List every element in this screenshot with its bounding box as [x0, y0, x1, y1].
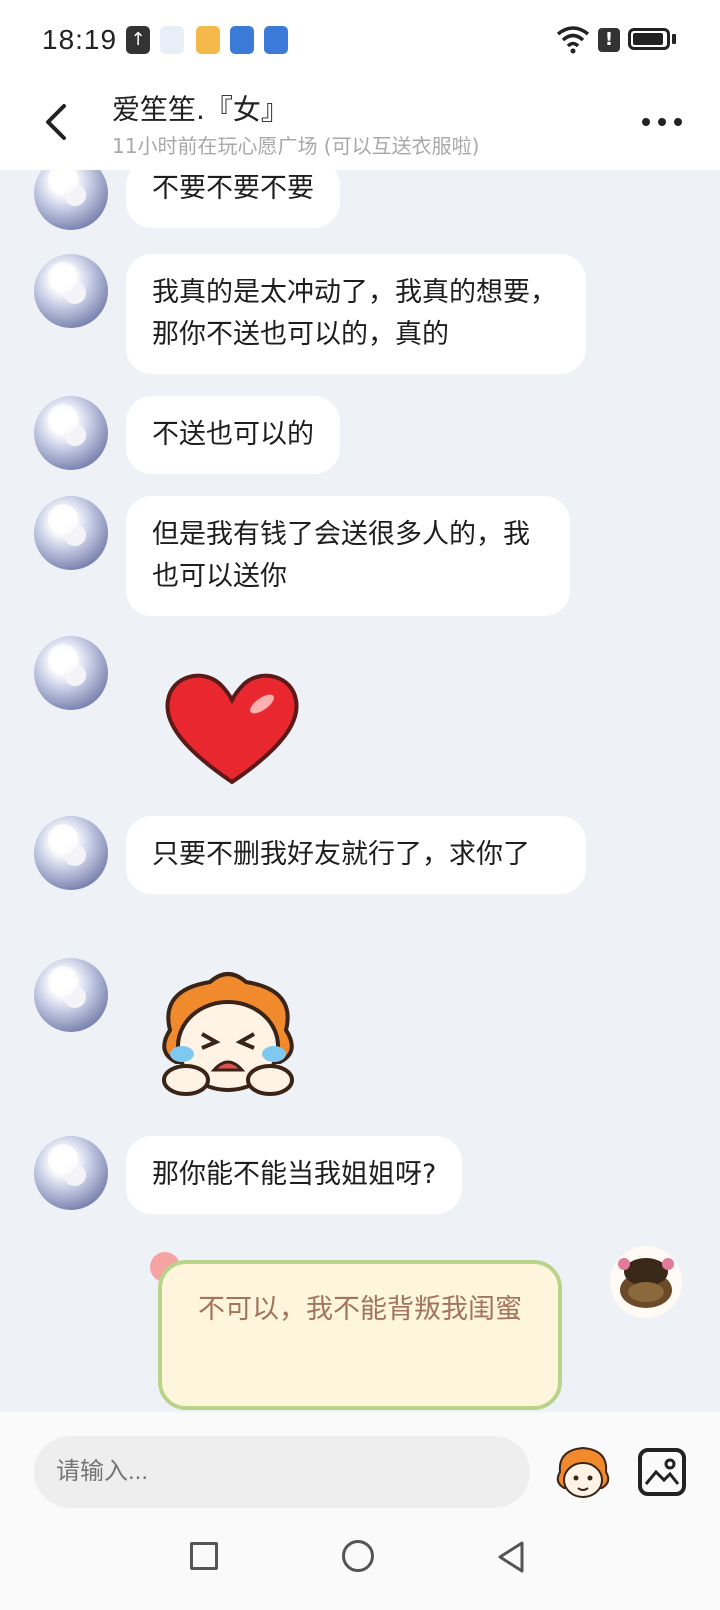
message-bubble[interactable]: 不要不要不要: [126, 170, 340, 228]
my-message-text: 不可以，我不能背叛我闺蜜: [198, 1294, 522, 1325]
message-bubble[interactable]: 但是我有钱了会送很多人的，我也可以送你: [126, 496, 570, 616]
message-text: 不送也可以的: [152, 419, 314, 450]
recent-apps-button[interactable]: [190, 1542, 218, 1570]
contact-avatar[interactable]: [34, 958, 108, 1032]
contact-avatar[interactable]: [34, 636, 108, 710]
back-arrow-icon[interactable]: [38, 100, 74, 144]
battery-tip: [672, 34, 676, 44]
wifi-icon: [556, 26, 590, 54]
my-avatar[interactable]: [610, 1246, 682, 1318]
nav-back-button[interactable]: [496, 1540, 526, 1574]
message-text: 不要不要不要: [152, 173, 314, 204]
contact-status: 11小时前在玩心愿广场 (可以互送衣服啦): [112, 134, 480, 158]
chat-header: 爱笙笙.『女』 11小时前在玩心愿广场 (可以互送衣服啦): [0, 80, 720, 170]
contact-avatar[interactable]: [34, 496, 108, 570]
my-avatar-image: [618, 1258, 674, 1308]
input-bar: [0, 1412, 720, 1534]
image-picker-icon[interactable]: [638, 1448, 686, 1496]
emoji-sticker-icon[interactable]: [552, 1442, 614, 1504]
contact-avatar[interactable]: [34, 816, 108, 890]
message-bubble[interactable]: 不送也可以的: [126, 396, 340, 474]
message-input[interactable]: [34, 1436, 530, 1508]
message-bubble[interactable]: 只要不删我好友就行了，求你了: [126, 816, 586, 894]
battery-icon: [628, 28, 670, 50]
app-icon: [160, 26, 184, 54]
my-message-bubble[interactable]: 不可以，我不能背叛我闺蜜: [158, 1260, 562, 1410]
message-text: 那你能不能当我姐姐呀?: [152, 1159, 437, 1190]
system-nav-bar: [0, 1534, 720, 1610]
contact-name: 爱笙笙.『女』: [112, 93, 289, 126]
app-icon: [264, 26, 288, 54]
contact-avatar[interactable]: [34, 396, 108, 470]
weather-icon: [196, 26, 220, 54]
message-text: 但是我有钱了会送很多人的，我也可以送你: [152, 519, 530, 592]
app-icon: [230, 26, 254, 54]
contact-avatar[interactable]: [34, 170, 108, 230]
status-bar: 18:19 ↑ !: [0, 0, 720, 80]
message-text: 只要不删我好友就行了，求你了: [152, 839, 530, 870]
status-time: 18:19: [42, 24, 118, 55]
image-glyph: [644, 1458, 680, 1485]
heart-sticker[interactable]: [162, 670, 302, 788]
home-button[interactable]: [342, 1540, 374, 1572]
alert-icon: !: [598, 28, 620, 52]
more-options-icon[interactable]: [642, 112, 682, 132]
message-bubble[interactable]: 那你能不能当我姐姐呀?: [126, 1136, 463, 1214]
upload-icon: ↑: [126, 26, 150, 54]
crying-face-sticker[interactable]: [150, 970, 306, 1098]
chat-area[interactable]: 不要不要不要 我真的是太冲动了，我真的想要，那你不送也可以的，真的 不送也可以的…: [0, 170, 720, 1412]
contact-avatar[interactable]: [34, 254, 108, 328]
contact-avatar[interactable]: [34, 1136, 108, 1210]
message-text: 我真的是太冲动了，我真的想要，那你不送也可以的，真的: [152, 277, 557, 350]
message-bubble[interactable]: 我真的是太冲动了，我真的想要，那你不送也可以的，真的: [126, 254, 586, 374]
